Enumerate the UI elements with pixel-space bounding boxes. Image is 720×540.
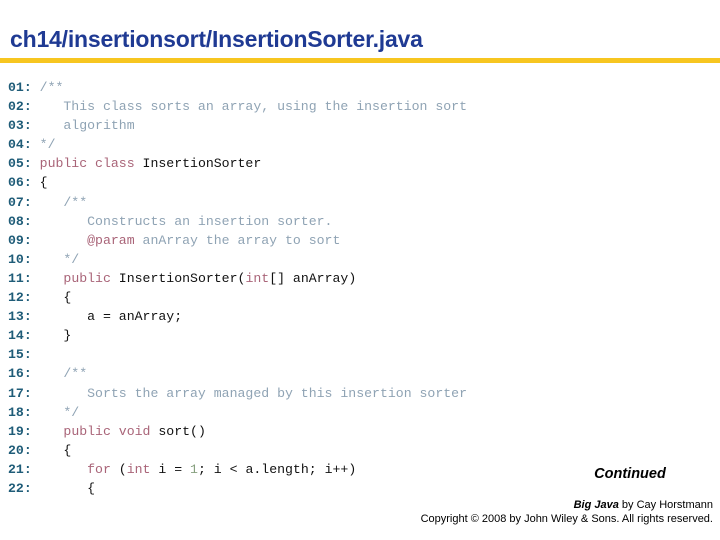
code-line-number: 10: [8, 251, 40, 267]
code-line-number: 08: [8, 213, 40, 229]
code-line: 07: /** [8, 193, 712, 212]
code-token-cmt: algorithm [39, 118, 135, 134]
code-line: 19: public void sort() [8, 422, 712, 441]
code-line-number: 03: [8, 118, 40, 134]
code-line: 01: /** [8, 78, 712, 97]
code-token-cmt: Sorts the array managed by this insertio… [39, 385, 468, 401]
code-token-cmt [40, 233, 87, 248]
code-token-cmt: Constructs an insertion sorter. [39, 213, 333, 229]
code-token-plain: ; i < a.length; i++) [197, 461, 357, 477]
code-line-number: 18: [8, 404, 40, 420]
code-line: 06: { [8, 173, 712, 192]
continued-label: Continued [594, 466, 666, 482]
code-line: 13: a = anArray; [8, 307, 712, 326]
code-token-plain: InsertionSorter( [110, 270, 246, 286]
code-token-plain: ( [110, 461, 127, 477]
code-token-cmt: anArray the array to sort [134, 232, 341, 248]
code-line: 10: */ [8, 250, 712, 269]
code-line-number: 21: [8, 461, 40, 477]
code-token-plain: [] anArray) [269, 270, 357, 286]
code-line-number: 02: [8, 99, 40, 115]
code-token-cmt: */ [39, 251, 80, 267]
code-line-number: 14: [8, 328, 40, 344]
code-line-number: 20: [8, 442, 40, 458]
footer-copyright: Copyright © 2008 by John Wiley & Sons. A… [420, 513, 713, 525]
code-token-plain: { [39, 442, 72, 458]
code-line-number: 13: [8, 309, 40, 325]
code-line-number: 04: [8, 137, 40, 153]
code-line-number: 06: [8, 175, 40, 191]
code-token-kw: int [245, 270, 270, 286]
code-token-cmt: */ [39, 137, 56, 153]
code-line: 20: { [8, 441, 712, 460]
code-line-number: 15: [8, 347, 40, 363]
code-token-plain: a = anArray; [39, 309, 183, 325]
code-line-number: 16: [8, 366, 40, 382]
code-token-kw: public void [63, 423, 159, 439]
code-line-number: 01: [8, 80, 40, 95]
code-line: 17: Sorts the array managed by this inse… [8, 384, 712, 403]
slide-canvas: ch14/insertionsort/InsertionSorter.java … [0, 0, 720, 540]
code-line: 02: This class sorts an array, using the… [8, 97, 712, 116]
code-line: 14: } [8, 326, 712, 345]
code-line-number: 05: [8, 156, 40, 172]
title-accent-rule [0, 58, 720, 63]
code-token-plain: { [39, 175, 48, 191]
code-line: 15: [8, 345, 712, 364]
code-token-kw: int [126, 461, 151, 477]
code-line-number: 11: [8, 270, 40, 286]
code-token-cmt: /** [39, 366, 88, 382]
page-title: ch14/insertionsort/InsertionSorter.java [10, 26, 423, 52]
code-line: 18: */ [8, 403, 712, 422]
code-token-plain: i = [150, 461, 191, 477]
code-token-kw: public [63, 270, 111, 286]
code-token-num: 1 [190, 461, 198, 477]
code-listing: 01: /** 02: This class sorts an array, us… [8, 78, 712, 498]
code-line-number: 17: [8, 385, 40, 401]
code-line: 08: Constructs an insertion sorter. [8, 212, 712, 231]
code-token-kw: for [87, 461, 111, 477]
code-line-number: 07: [8, 194, 40, 210]
code-token-plain: sort() [158, 423, 206, 439]
footer-book-title: Big Java [573, 499, 619, 511]
code-line: 12: { [8, 288, 712, 307]
slide-footer: Big Java by Cay Horstmann Copyright © 20… [12, 498, 713, 526]
code-token-cmt: This class sorts an array, using the ins… [39, 99, 468, 115]
code-line-number: 12: [8, 290, 40, 306]
code-token-cmt: /** [39, 194, 88, 210]
code-line: 03: algorithm [8, 116, 712, 135]
code-token-cmt: /** [39, 80, 64, 95]
code-token-kw: public class [39, 156, 143, 172]
code-line-number: 09: [8, 232, 40, 248]
footer-byline: by Cay Horstmann [618, 499, 713, 511]
code-line-number: 22: [8, 480, 40, 496]
code-line: 05: public class InsertionSorter [8, 154, 712, 173]
code-line: 11: public InsertionSorter(int[] anArray… [8, 269, 712, 288]
code-line: 16: /** [8, 364, 712, 383]
code-token-plain: { [39, 480, 96, 496]
code-token-plain: } [39, 328, 72, 344]
code-token-plain: { [39, 290, 72, 306]
code-line: 09: @param anArray the array to sort [8, 231, 712, 250]
footer-attribution: Big Java by Cay Horstmann [12, 498, 713, 512]
code-token-cmt: */ [39, 404, 80, 420]
code-line: 04: */ [8, 135, 712, 154]
code-token-kw: @param [87, 232, 135, 248]
code-token-plain: InsertionSorter [142, 156, 262, 172]
code-line-number: 19: [8, 423, 40, 439]
